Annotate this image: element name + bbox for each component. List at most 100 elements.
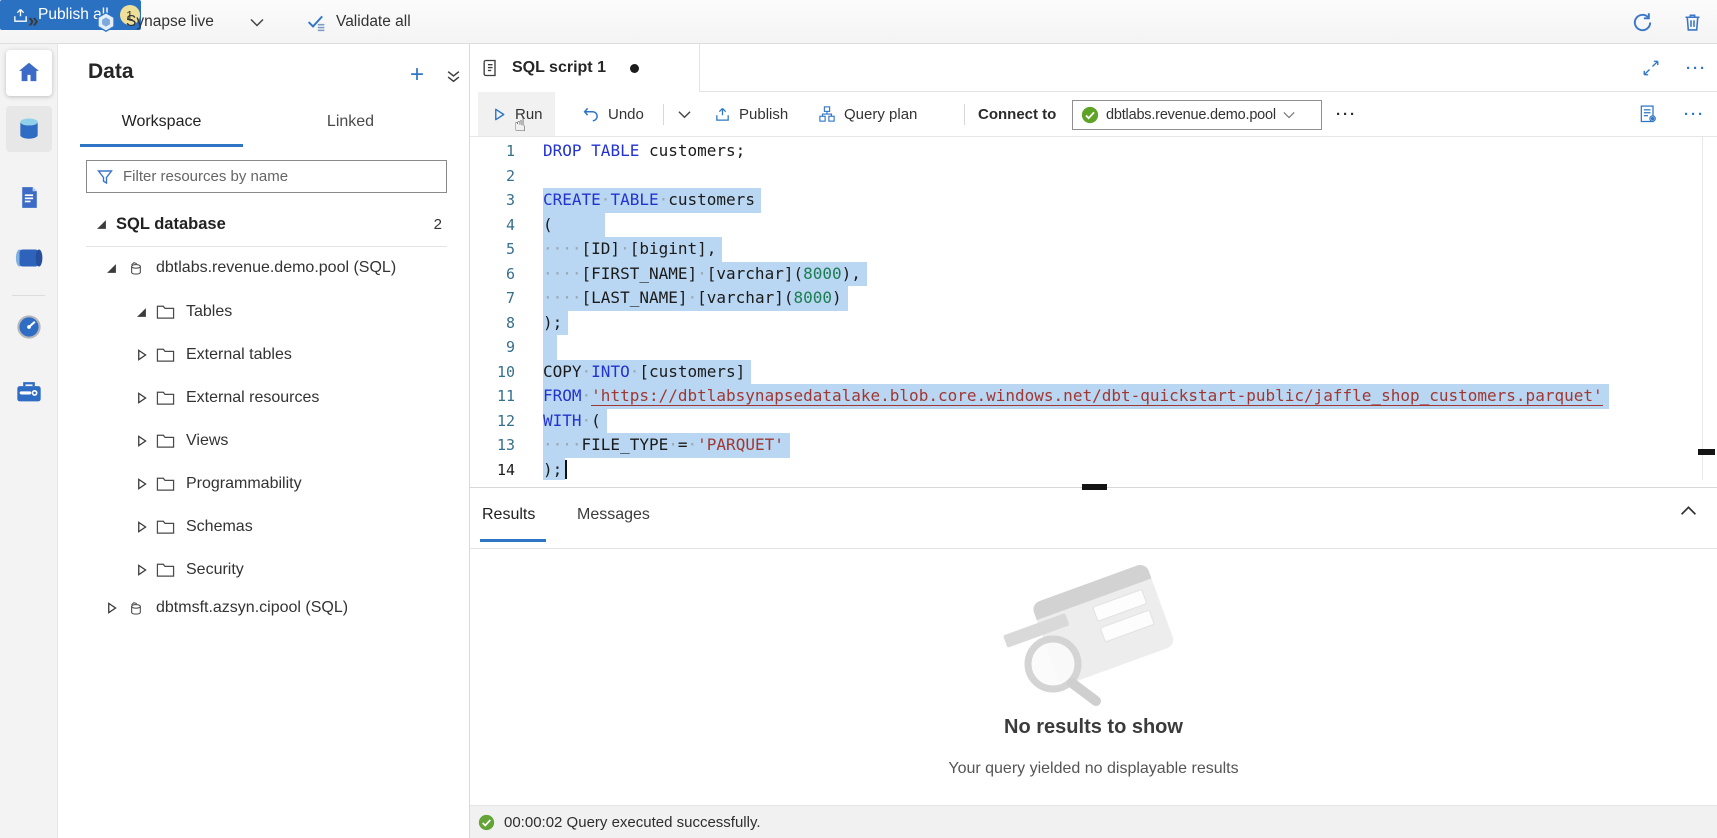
folder-icon — [156, 562, 175, 578]
expand-rail-icon[interactable]: » — [28, 0, 39, 44]
database-cylinder-icon — [16, 116, 42, 142]
tab-more-actions-icon[interactable]: ··· — [1686, 60, 1707, 77]
validate-all-button[interactable]: Validate all — [306, 0, 411, 44]
code-line[interactable]: ); — [543, 311, 1609, 336]
line-number: 10 — [470, 360, 515, 385]
pool-select-dropdown[interactable]: dbtlabs.revenue.demo.pool — [1072, 100, 1322, 130]
code-line[interactable]: ····[LAST_NAME]·[varchar](8000) — [543, 286, 1609, 311]
horizontal-scrollbar-thumb[interactable] — [1698, 449, 1715, 455]
line-number-gutter: 1234567891011121314 — [470, 139, 515, 480]
tree-item-views[interactable]: Views — [58, 419, 470, 463]
nav-manage[interactable] — [6, 369, 52, 415]
collapse-results-chevron-icon[interactable] — [1680, 505, 1697, 516]
code-line[interactable]: CREATE·TABLE·customers — [543, 188, 1609, 213]
synapse-logo-icon — [95, 11, 117, 33]
run-options-chevron[interactable] — [678, 92, 691, 136]
tree-item-dbtlabs-revenue-demo-pool-sql[interactable]: dbtlabs.revenue.demo.pool (SQL) — [58, 246, 470, 290]
line-number: 4 — [470, 213, 515, 238]
nav-home[interactable] — [6, 50, 52, 96]
tree-item-schemas[interactable]: Schemas — [58, 505, 470, 549]
left-navigation-rail — [0, 44, 58, 838]
chevron-down-icon[interactable] — [250, 0, 264, 44]
editor-more-actions-icon[interactable]: ··· — [1684, 106, 1705, 123]
selection-highlight: FROM·'https://dbtlabsynapsedatalake.blob… — [543, 384, 1609, 409]
top-command-bar: » Synapse live Validate all Publish all … — [0, 0, 1717, 44]
code-lines[interactable]: DROP TABLE customers; CREATE·TABLE·custom… — [543, 139, 1609, 480]
line-number: 11 — [470, 384, 515, 409]
success-check-icon — [478, 814, 495, 831]
tree-item-label: Security — [186, 561, 244, 579]
expand-editor-icon[interactable] — [1642, 59, 1660, 77]
nav-data[interactable] — [6, 106, 52, 152]
document-icon — [17, 185, 42, 210]
code-line[interactable] — [543, 164, 1609, 189]
undo-label: Undo — [608, 106, 644, 123]
publish-upload-icon — [714, 106, 731, 123]
tree-item-label: dbtlabs.revenue.demo.pool (SQL) — [156, 259, 396, 277]
tree-item-external-resources[interactable]: External resources — [58, 376, 470, 420]
upload-icon — [12, 7, 29, 24]
folder-icon — [156, 519, 175, 535]
expand-node-icon[interactable] — [104, 602, 118, 614]
line-number: 9 — [470, 335, 515, 360]
code-line[interactable]: DROP TABLE customers; — [543, 139, 1609, 164]
expand-node-icon[interactable] — [134, 478, 148, 490]
code-line[interactable]: ····[ID]·[bigint], — [543, 237, 1609, 262]
tree-item-programmability[interactable]: Programmability — [58, 462, 470, 506]
line-number: 12 — [470, 409, 515, 434]
code-line[interactable]: ); — [543, 458, 1609, 481]
tab-results[interactable]: Results — [482, 500, 535, 530]
empty-results-subtitle: Your query yielded no displayable result… — [470, 760, 1717, 778]
discard-all-icon[interactable] — [1682, 12, 1703, 33]
code-line[interactable]: ( — [543, 213, 1609, 238]
more-toolbar-actions-icon[interactable]: ··· — [1336, 92, 1357, 136]
line-number: 2 — [470, 164, 515, 189]
validate-all-label: Validate all — [336, 13, 411, 31]
tree-item-dbtmsft-azsyn-cipool-sql[interactable]: dbtmsft.azsyn.cipool (SQL) — [58, 586, 470, 630]
expand-node-icon[interactable] — [134, 435, 148, 447]
results-resize-grip[interactable] — [1082, 484, 1107, 490]
tree-item-external-tables[interactable]: External tables — [58, 333, 470, 377]
expand-node-icon[interactable] — [134, 349, 148, 361]
environment-selector[interactable]: Synapse live — [95, 0, 214, 44]
select-chevron-icon — [1283, 111, 1295, 119]
code-line[interactable] — [543, 335, 1609, 360]
collapse-node-icon[interactable] — [94, 219, 108, 230]
tree-section-divider — [86, 246, 447, 247]
tree-item-label: SQL database — [116, 215, 226, 234]
expand-node-icon[interactable] — [134, 392, 148, 404]
code-line[interactable]: COPY·INTO·[customers] — [543, 360, 1609, 385]
undo-button[interactable]: Undo — [582, 92, 644, 136]
code-line[interactable]: FROM·'https://dbtlabsynapsedatalake.blob… — [543, 384, 1609, 409]
status-message: 00:00:02 Query executed successfully. — [504, 814, 761, 831]
tree-item-sql-database[interactable]: SQL database 2 — [58, 202, 470, 246]
sql-code-editor[interactable]: 1234567891011121314 DROP TABLE customers… — [470, 137, 1717, 480]
query-plan-label: Query plan — [844, 106, 917, 123]
refresh-icon[interactable] — [1631, 11, 1654, 34]
expand-node-icon[interactable] — [134, 521, 148, 533]
expand-node-icon[interactable] — [134, 564, 148, 576]
line-number: 3 — [470, 188, 515, 213]
collapse-node-icon[interactable] — [134, 307, 148, 318]
nav-integrate[interactable] — [6, 235, 52, 281]
code-line[interactable]: WITH·( — [543, 409, 1609, 434]
tab-title: SQL script 1 — [512, 59, 606, 77]
selection-highlight: ····[FIRST_NAME]·[varchar](8000), — [543, 262, 867, 287]
environment-label: Synapse live — [126, 13, 214, 31]
rail-divider — [12, 295, 45, 296]
tab-sql-script-1[interactable]: SQL script 1 — [470, 44, 700, 92]
code-line[interactable]: ····FILE_TYPE·=·'PARQUET' — [543, 433, 1609, 458]
publish-button[interactable]: Publish — [714, 92, 788, 136]
code-line[interactable]: ····[FIRST_NAME]·[varchar](8000), — [543, 262, 1609, 287]
tab-messages[interactable]: Messages — [577, 500, 650, 530]
collapse-node-icon[interactable] — [104, 263, 118, 274]
tree-item-tables[interactable]: Tables — [58, 290, 470, 334]
query-plan-button[interactable]: Query plan — [818, 92, 917, 136]
tree-item-count: 2 — [434, 216, 442, 233]
nav-develop[interactable] — [6, 174, 52, 220]
line-number: 14 — [470, 458, 515, 481]
view-properties-icon[interactable] — [1638, 104, 1658, 124]
empty-results-title: No results to show — [470, 716, 1717, 739]
nav-monitor[interactable] — [6, 304, 52, 350]
tree-item-label: dbtmsft.azsyn.cipool (SQL) — [156, 599, 348, 617]
